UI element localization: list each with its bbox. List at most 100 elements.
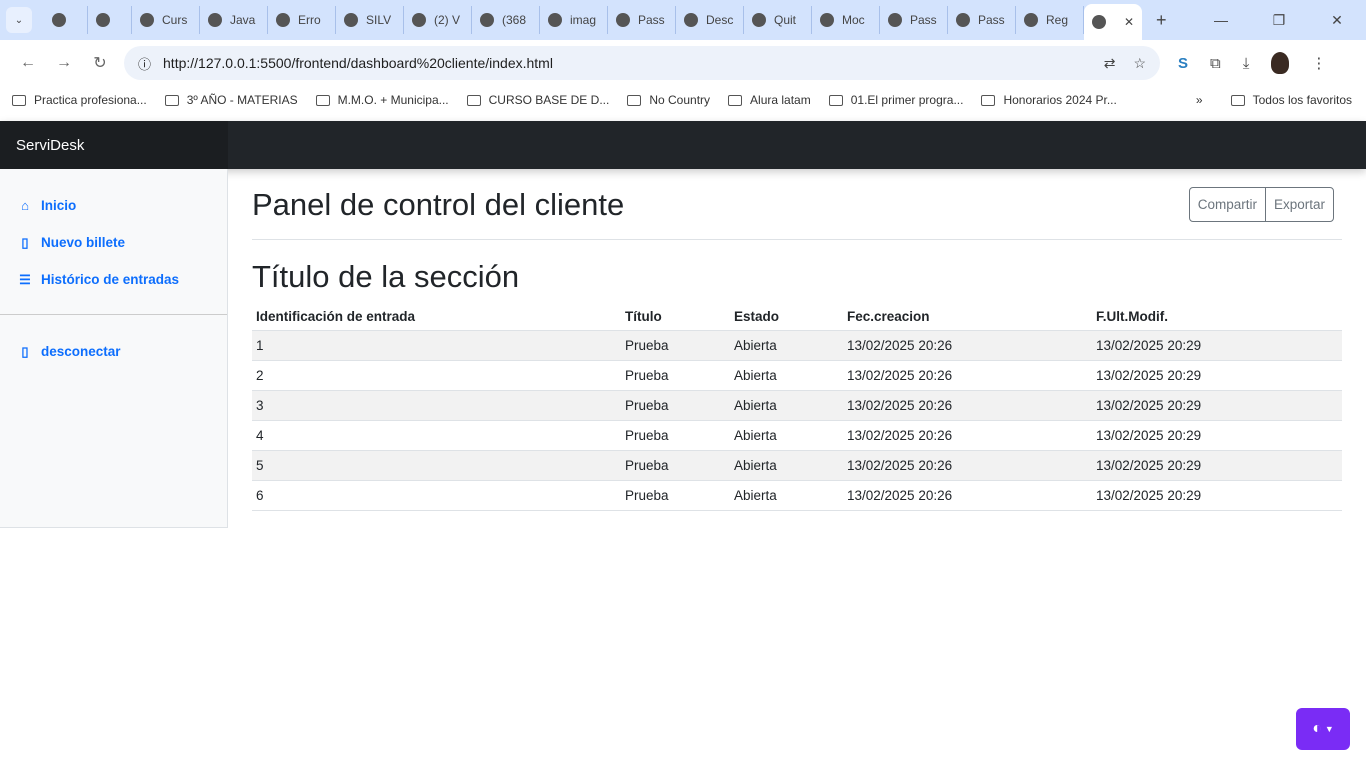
bookmark-star-icon[interactable]: ☆	[1133, 55, 1146, 72]
tab-favicon-icon	[1024, 13, 1038, 27]
tab-search-button[interactable]: ⌄	[6, 7, 32, 33]
folder-icon	[12, 94, 26, 106]
extension-s-icon[interactable]: S	[1178, 55, 1188, 72]
table-cell: 13/02/2025 20:29	[1092, 330, 1342, 361]
close-window-button[interactable]: ✕	[1308, 12, 1366, 29]
table-cell: 6	[252, 480, 621, 511]
browser-tab[interactable]: Pass	[880, 6, 948, 34]
tab-favicon-icon	[96, 13, 110, 27]
table-row[interactable]: 3 Prueba Abierta 13/02/2025 20:26 13/02/2025…	[252, 390, 1342, 421]
table-cell: 13/02/2025 20:26	[843, 390, 1092, 421]
table-row[interactable]: 1 Prueba Abierta 13/02/2025 20:26 13/02/2025…	[252, 330, 1342, 361]
menu-dots-icon[interactable]: ⋮	[1311, 54, 1326, 72]
browser-tab[interactable]	[44, 6, 88, 34]
restore-button[interactable]: ❐	[1250, 12, 1308, 29]
bookmark-item[interactable]: M.M.O. + Municipa...	[315, 93, 449, 107]
bookmark-item[interactable]: Practica profesiona...	[12, 93, 147, 107]
download-icon[interactable]: ⤓	[1243, 55, 1250, 72]
theme-toggle-button[interactable]: ◐ ▼	[1296, 708, 1350, 750]
browser-tab[interactable]: Moc	[812, 6, 880, 34]
tab-strip: ⌄ Curs Java Erro SILV (2) V (368 imag Pass Desc Q…	[0, 0, 1366, 40]
browser-tab[interactable]: (368	[472, 6, 540, 34]
profile-avatar[interactable]	[1271, 52, 1290, 74]
table-row[interactable]: 4 Prueba Abierta 13/02/2025 20:26 13/02/2025…	[252, 420, 1342, 451]
tab-favicon-icon	[820, 13, 834, 27]
bookmark-item[interactable]: No Country	[627, 93, 710, 107]
site-info-icon[interactable]: ⓘ	[138, 54, 151, 73]
tab-favicon-icon	[208, 13, 222, 27]
table-cell: Prueba	[621, 360, 730, 391]
browser-tab[interactable]: Curs	[132, 6, 200, 34]
table-row[interactable]: 6 Prueba Abierta 13/02/2025 20:26 13/02/2025…	[252, 480, 1342, 511]
table-cell: 13/02/2025 20:26	[843, 420, 1092, 451]
table-row[interactable]: 5 Prueba Abierta 13/02/2025 20:26 13/02/2025…	[252, 450, 1342, 481]
browser-tab[interactable]: Desc	[676, 6, 744, 34]
table-cell: Prueba	[621, 390, 730, 421]
sidebar-item-logout[interactable]: ▯ desconectar	[0, 333, 227, 370]
back-button[interactable]: ←	[10, 54, 46, 72]
table-cell: Prueba	[621, 480, 730, 511]
bookmark-item[interactable]: Alura latam	[728, 93, 811, 107]
url-text[interactable]: http://127.0.0.1:5500/frontend/dashboard…	[163, 55, 553, 71]
more-bookmarks-icon[interactable]: »	[1196, 93, 1203, 107]
column-header: Título	[621, 303, 730, 331]
table-cell: Abierta	[730, 360, 843, 391]
close-tab-icon[interactable]: ✕	[1124, 15, 1134, 29]
tab-favicon-icon	[52, 13, 66, 27]
sidebar-divider	[0, 314, 227, 315]
folder-icon	[315, 94, 330, 106]
file-icon: ▯	[21, 234, 29, 250]
forward-button[interactable]: →	[46, 54, 82, 72]
table-cell: Prueba	[621, 420, 730, 451]
bookmark-item[interactable]: 3º AÑO - MATERIAS	[164, 93, 298, 107]
reload-button[interactable]: ↻	[82, 53, 118, 73]
share-button[interactable]: Compartir	[1190, 188, 1265, 221]
column-header: Fec.creacion	[843, 303, 1092, 331]
folder-icon	[627, 94, 642, 106]
all-bookmarks[interactable]: Todos los favoritos	[1230, 93, 1352, 107]
browser-tab[interactable]: (2) V	[404, 6, 472, 34]
browser-tab[interactable]	[88, 6, 132, 34]
table-cell: 13/02/2025 20:29	[1092, 420, 1342, 451]
browser-tab[interactable]: imag	[540, 6, 608, 34]
globe-icon	[1092, 15, 1106, 29]
folder-icon	[981, 94, 996, 106]
browser-tab[interactable]: SILV	[336, 6, 404, 34]
section-title: Título de la sección	[252, 259, 520, 294]
caret-down-icon: ▼	[1324, 724, 1334, 734]
sidebar-item-inicio[interactable]: ⌂ Inicio	[0, 187, 227, 224]
table-cell: 13/02/2025 20:26	[843, 360, 1092, 391]
tab-favicon-icon	[412, 13, 426, 27]
tab-favicon-icon	[888, 13, 902, 27]
table-cell: 3	[252, 390, 621, 421]
minimize-button[interactable]: —	[1192, 12, 1250, 29]
address-bar[interactable]: ⓘ http://127.0.0.1:5500/frontend/dashboa…	[124, 46, 1160, 80]
new-tab-button[interactable]: +	[1156, 10, 1167, 31]
tab-favicon-icon	[548, 13, 562, 27]
bookmark-item[interactable]: CURSO BASE DE D...	[466, 93, 609, 107]
browser-tab[interactable]: Reg	[1016, 6, 1084, 34]
sidebar: ⌂ Inicio ▯ Nuevo billete ☰ Histórico de ent…	[0, 169, 228, 528]
translate-icon[interactable]: ⇄	[1104, 55, 1116, 72]
tab-favicon-icon	[616, 13, 630, 27]
tab-active[interactable]: ✕	[1084, 4, 1142, 40]
brand[interactable]: ServiDesk	[0, 121, 228, 169]
export-button[interactable]: Exportar	[1264, 187, 1333, 221]
table-cell: 4	[252, 420, 621, 451]
browser-tab[interactable]: Java	[200, 6, 268, 34]
browser-tab[interactable]: Quit	[744, 6, 812, 34]
file-text-icon: ☰	[19, 271, 31, 287]
table-cell: 5	[252, 450, 621, 481]
browser-tab[interactable]: Erro	[268, 6, 336, 34]
extensions-puzzle-icon[interactable]: ⧉	[1210, 55, 1221, 72]
tab-favicon-icon	[344, 13, 358, 27]
browser-tab[interactable]: Pass	[608, 6, 676, 34]
table-cell: 13/02/2025 20:26	[843, 480, 1092, 511]
bookmark-item[interactable]: Honorarios 2024 Pr...	[981, 93, 1117, 107]
column-header: Estado	[730, 303, 843, 331]
table-row[interactable]: 2 Prueba Abierta 13/02/2025 20:26 13/02/2025…	[252, 360, 1342, 391]
bookmark-item[interactable]: 01.El primer progra...	[828, 93, 963, 107]
sidebar-item-historico[interactable]: ☰ Histórico de entradas	[0, 261, 227, 298]
browser-tab[interactable]: Pass	[948, 6, 1016, 34]
sidebar-item-nuevo-billete[interactable]: ▯ Nuevo billete	[0, 224, 227, 261]
